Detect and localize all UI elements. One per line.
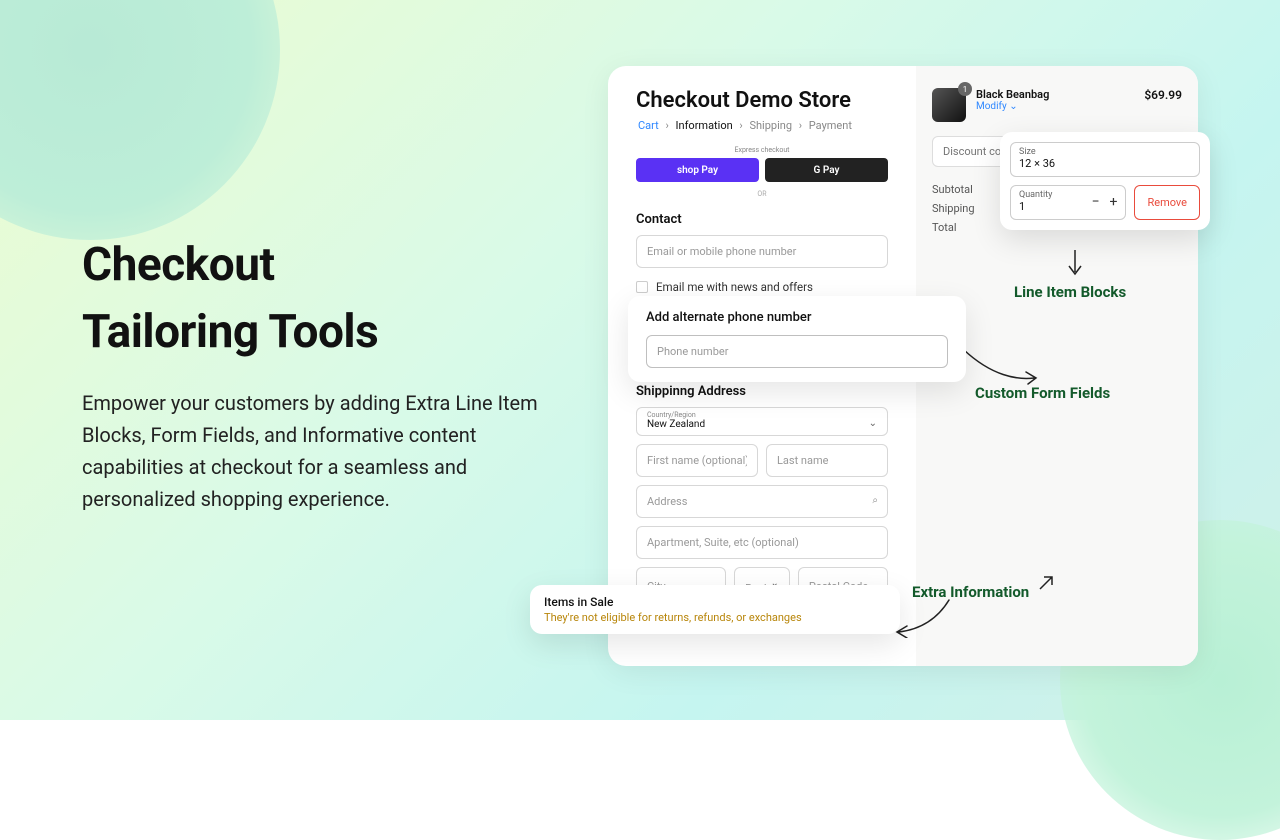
product-thumbnail: 1 bbox=[932, 88, 966, 122]
product-price: $69.99 bbox=[1144, 88, 1182, 102]
divider-or: OR bbox=[636, 190, 888, 198]
callout-custom-form: Custom Form Fields bbox=[975, 384, 1110, 402]
sale-title: Items in Sale bbox=[544, 595, 886, 609]
crumb-cart[interactable]: Cart bbox=[638, 119, 659, 132]
chevron-down-icon: ⌄ bbox=[1009, 101, 1017, 112]
shipping-address-label: Shippinng Address bbox=[636, 384, 888, 399]
promo-body: Empower your customers by adding Extra L… bbox=[82, 387, 552, 515]
crumb-payment[interactable]: Payment bbox=[809, 119, 852, 132]
address-input[interactable] bbox=[636, 485, 888, 518]
sale-text: They're not eligible for returns, refund… bbox=[544, 611, 886, 624]
callout-line-item: Line Item Blocks bbox=[1014, 283, 1126, 301]
quantity-badge: 1 bbox=[958, 82, 972, 96]
sale-info-card: Items in Sale They're not eligible for r… bbox=[530, 585, 900, 634]
crumb-information[interactable]: Information bbox=[676, 119, 733, 132]
minus-icon[interactable]: − bbox=[1091, 194, 1099, 210]
checkout-card: Checkout Demo Store Cart › Information ›… bbox=[608, 66, 1198, 666]
crumb-shipping[interactable]: Shipping bbox=[749, 119, 792, 132]
apartment-input[interactable] bbox=[636, 526, 888, 559]
alt-phone-popout: Add alternate phone number bbox=[628, 296, 966, 382]
promo-block: Checkout Tailoring Tools Empower your cu… bbox=[82, 232, 552, 515]
google-pay-button[interactable]: G Pay bbox=[765, 158, 888, 182]
shop-pay-button[interactable]: shop Pay bbox=[636, 158, 759, 182]
callout-extra-info: Extra Information bbox=[912, 583, 1029, 601]
news-label: Email me with news and offers bbox=[656, 280, 813, 294]
remove-button[interactable]: Remove bbox=[1134, 185, 1200, 220]
size-field[interactable]: Size 12 × 36 bbox=[1010, 142, 1200, 177]
express-checkout-label: Express checkout bbox=[636, 146, 888, 154]
contact-label: Contact bbox=[636, 212, 888, 227]
search-icon: ⌕ bbox=[872, 495, 878, 506]
last-name-input[interactable] bbox=[766, 444, 888, 477]
modify-link[interactable]: Modify ⌄ bbox=[976, 101, 1134, 112]
chevron-down-icon: ⌄ bbox=[869, 418, 877, 429]
store-title: Checkout Demo Store bbox=[636, 88, 888, 113]
plus-icon[interactable]: + bbox=[1110, 194, 1118, 210]
news-checkbox[interactable] bbox=[636, 281, 648, 293]
alt-phone-title: Add alternate phone number bbox=[646, 310, 948, 325]
first-name-input[interactable] bbox=[636, 444, 758, 477]
breadcrumb: Cart › Information › Shipping › Payment bbox=[636, 119, 888, 132]
product-name: Black Beanbag bbox=[976, 88, 1134, 101]
country-select[interactable]: Country/Region New Zealand ⌄ bbox=[636, 407, 888, 436]
promo-title: Checkout Tailoring Tools bbox=[82, 232, 552, 365]
email-phone-input[interactable] bbox=[636, 235, 888, 268]
modify-popover: Size 12 × 36 Quantity 1 − + Remo bbox=[1000, 132, 1210, 230]
alt-phone-input[interactable] bbox=[646, 335, 948, 368]
quantity-stepper[interactable]: Quantity 1 − + bbox=[1010, 185, 1126, 220]
